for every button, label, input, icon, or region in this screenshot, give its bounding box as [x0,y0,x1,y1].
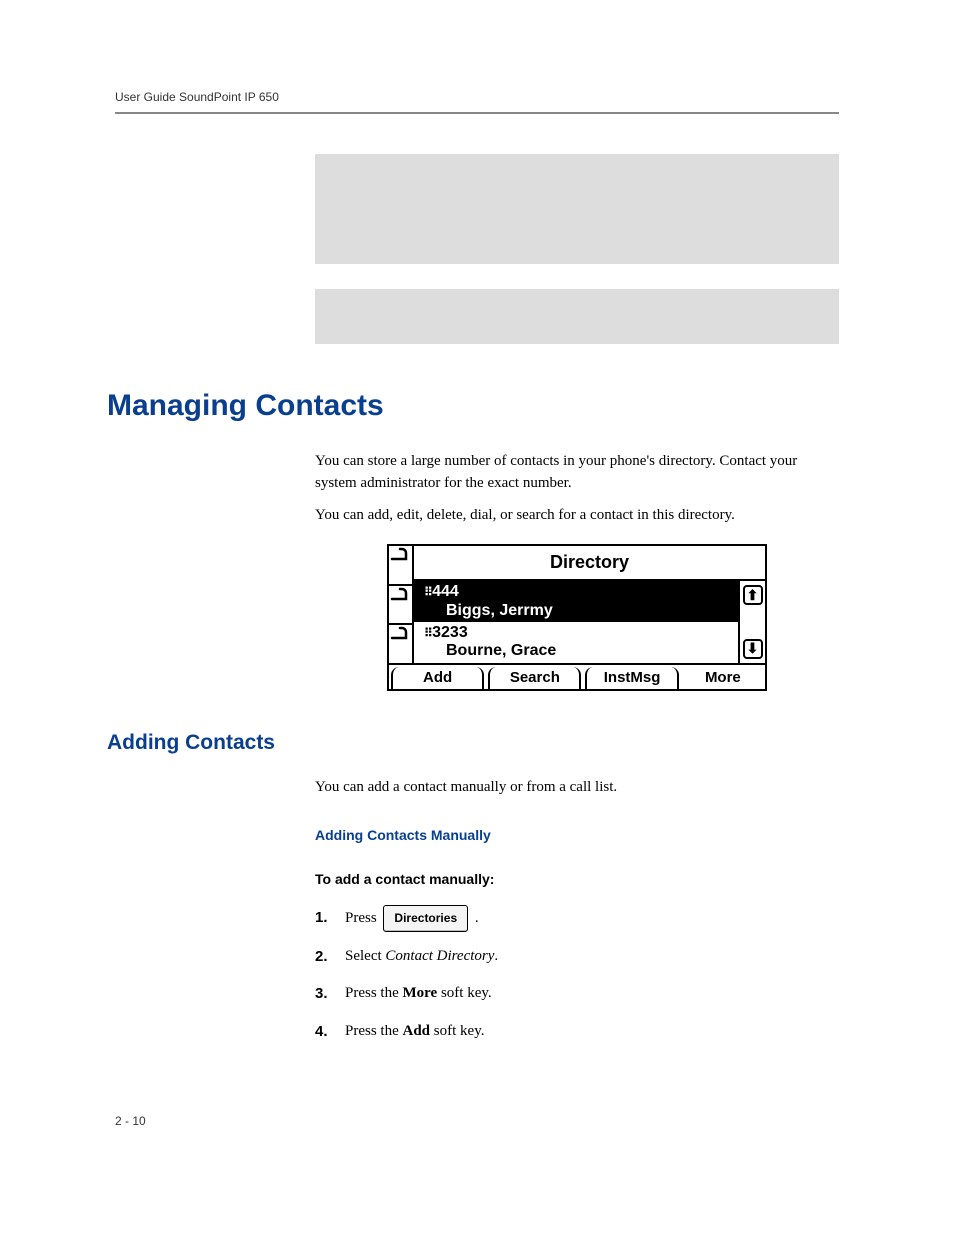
softkey-search: Search [488,667,581,689]
intro-paragraph-2: You can add, edit, delete, dial, or sear… [315,505,839,527]
heading-managing-contacts: Managing Contacts [107,389,839,423]
step-text: . [494,948,498,964]
softkey-instmsg: InstMsg [585,667,678,689]
entry-name: Bourne, Grace [424,642,732,660]
step-text: Select [345,948,385,964]
step-text: Press the [345,1023,403,1039]
running-head: User Guide SoundPoint IP 650 [115,90,839,104]
entry-number: 444 [424,583,459,600]
step-text: . [471,910,479,926]
step-4: Press the Add soft key. [315,1019,839,1045]
line-key-icon [389,586,412,626]
step-text: Press the [345,985,403,1001]
step-bold: More [403,985,438,1001]
directory-entry-selected: 444 Biggs, Jerrmy [414,581,738,622]
step-emphasis: Contact Directory [385,948,494,964]
page-number: 2 - 10 [115,1114,839,1128]
phone-screen-title: Directory [414,546,765,581]
phone-screen-figure: Directory 444 Biggs, Jerrmy 3233 Bourne,… [387,544,767,691]
line-key-icon [389,546,412,586]
entry-number: 3233 [424,624,468,641]
header-rule [115,112,839,114]
scroll-down-icon: ⬇ [743,639,763,659]
directory-list: 444 Biggs, Jerrmy 3233 Bourne, Grace [412,581,740,663]
step-1: Press Directories . [315,905,839,932]
step-3: Press the More soft key. [315,981,839,1007]
directory-entry: 3233 Bourne, Grace [414,622,738,663]
heading-adding-manually: Adding Contacts Manually [315,827,839,843]
line-key-icon [389,625,412,663]
procedure-title: To add a contact manually: [315,871,839,887]
heading-adding-contacts: Adding Contacts [107,731,839,755]
step-2: Select Contact Directory. [315,944,839,970]
placeholder-block-2 [315,289,839,344]
softkey-add: Add [391,667,484,689]
intro-paragraph-1: You can store a large number of contacts… [315,451,839,495]
softkey-more: More [683,667,763,689]
entry-name: Biggs, Jerrmy [424,602,732,620]
step-bold: Add [403,1023,431,1039]
directories-button-icon: Directories [383,905,468,932]
adding-intro: You can add a contact manually or from a… [315,777,839,799]
placeholder-block-1 [315,154,839,264]
line-key-column [389,546,414,663]
scroll-up-icon: ⬆ [743,585,763,605]
step-text: soft key. [430,1023,484,1039]
procedure-steps: Press Directories . Select Contact Direc… [315,905,839,1045]
step-text: Press [345,910,380,926]
step-text: soft key. [437,985,491,1001]
softkey-row: Add Search InstMsg More [389,663,765,689]
